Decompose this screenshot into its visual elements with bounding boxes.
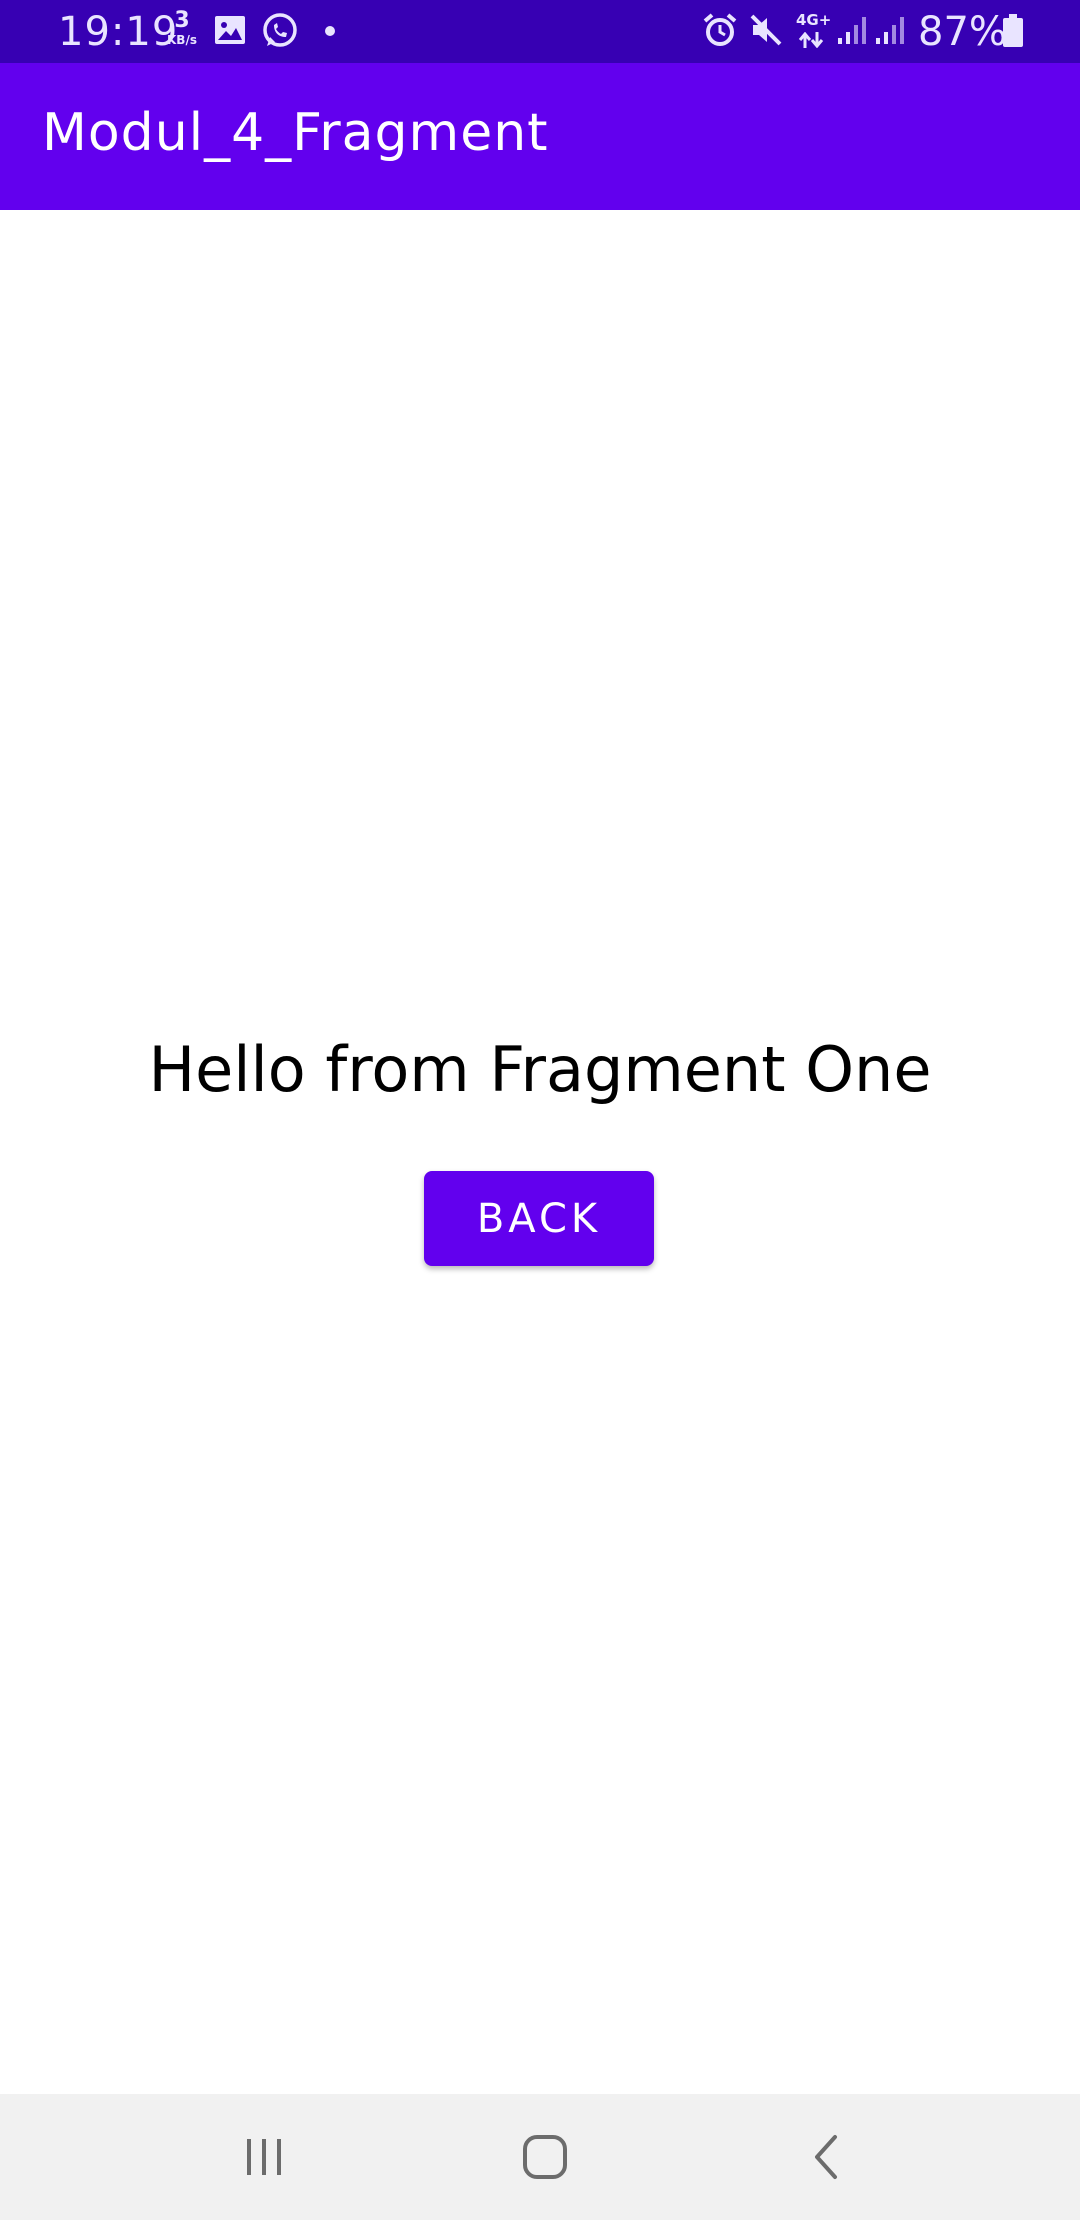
signal-icon <box>836 14 868 50</box>
network-speed-unit: KB/s <box>167 33 197 47</box>
status-bar: 19:19 3 KB/s 4G+ 87% <box>0 0 1080 63</box>
fragment-message: Hello from Fragment One <box>148 1033 932 1106</box>
whatsapp-icon <box>261 12 299 54</box>
back-button[interactable]: BACK <box>424 1171 654 1266</box>
app-title: Modul_4_Fragment <box>42 103 549 163</box>
back-icon[interactable] <box>792 2124 862 2190</box>
notification-dot <box>325 26 335 36</box>
network-speed-value: 3 <box>174 8 190 33</box>
navigation-bar <box>0 2094 1080 2220</box>
app-bar: Modul_4_Fragment <box>0 63 1080 210</box>
network-speed: 3 KB/s <box>162 8 202 47</box>
data-arrows-icon <box>798 31 824 52</box>
fragment-container: Hello from Fragment One BACK <box>0 210 1080 2094</box>
signal-icon-2 <box>874 14 906 50</box>
status-time: 19:19 <box>58 9 179 55</box>
home-icon[interactable] <box>510 2124 580 2190</box>
recent-apps-icon[interactable] <box>229 2124 299 2190</box>
battery-percent: 87% <box>918 9 1007 55</box>
alarm-icon <box>702 12 738 52</box>
image-icon <box>214 14 246 50</box>
mute-icon <box>748 12 784 52</box>
battery-icon <box>1002 14 1024 52</box>
network-type: 4G+ <box>796 11 832 29</box>
